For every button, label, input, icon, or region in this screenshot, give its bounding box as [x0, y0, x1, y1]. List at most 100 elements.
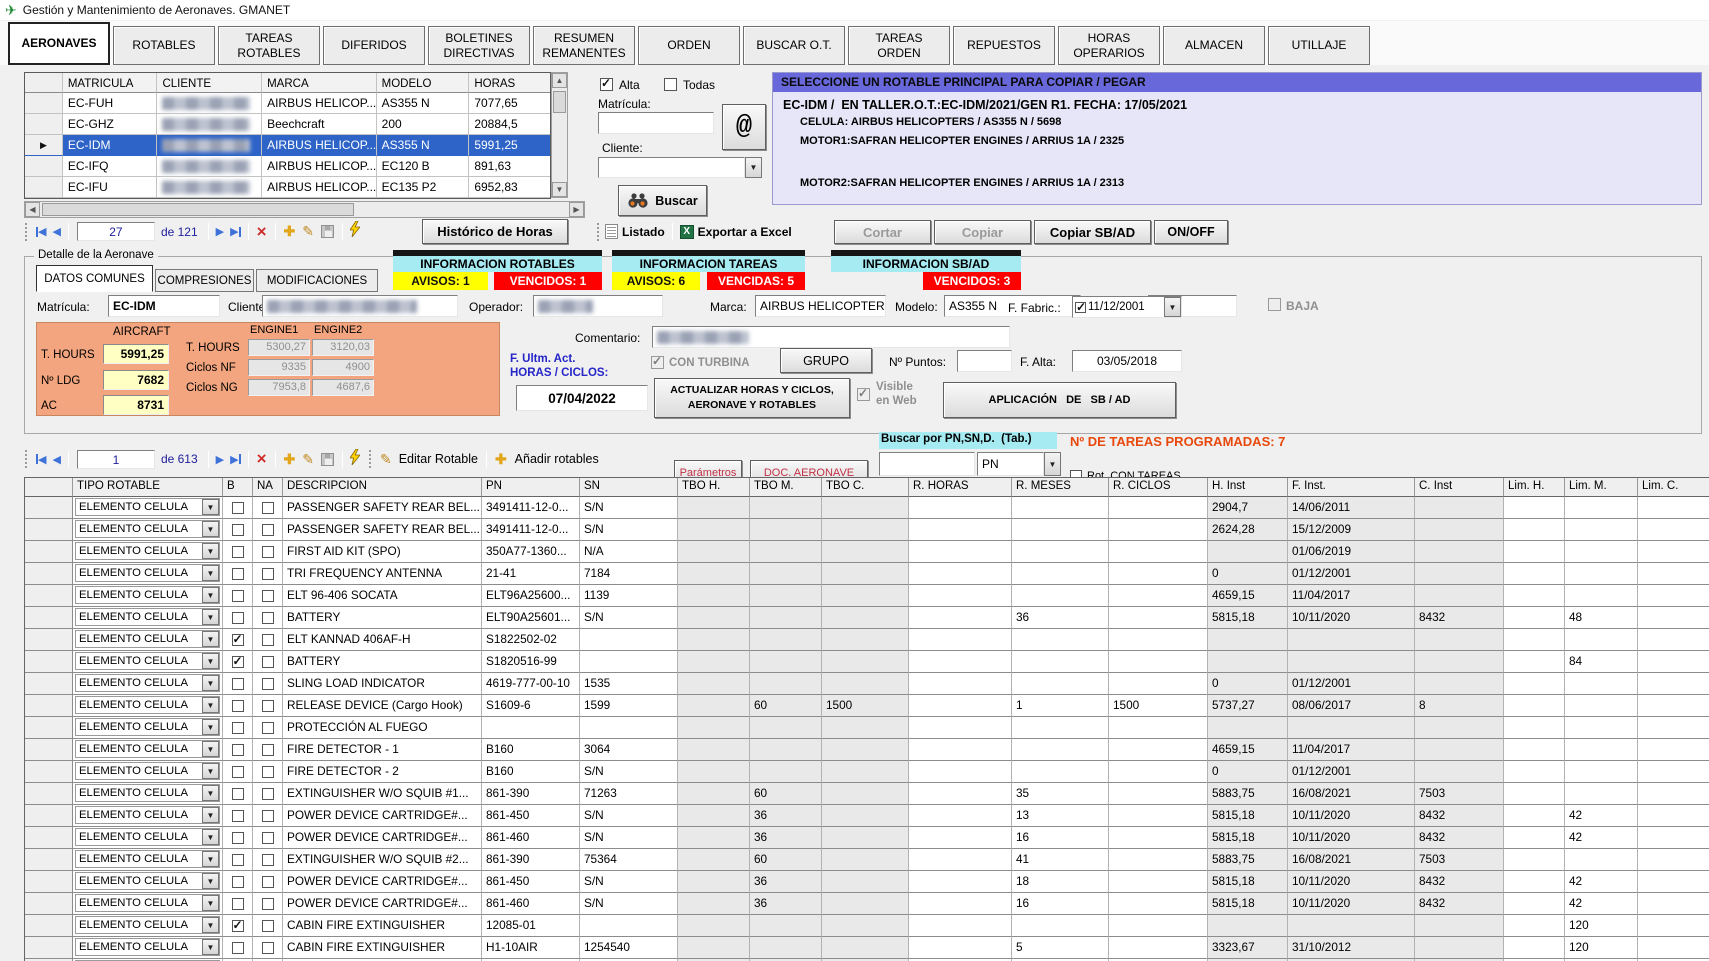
prev-record-icon[interactable]: ◀	[52, 225, 60, 238]
cell-r_ciclos[interactable]: 1500	[1109, 695, 1208, 717]
cell-r_ciclos[interactable]	[1109, 849, 1208, 871]
na-checkbox[interactable]	[262, 810, 274, 822]
cell-tbo_c[interactable]	[822, 805, 909, 827]
record-position-input[interactable]: 27	[77, 222, 155, 241]
grupo-button[interactable]: GRUPO	[780, 348, 872, 373]
row-selector[interactable]	[25, 629, 73, 651]
tipo-rotable-combo[interactable]: ELEMENTO CELULA▼	[75, 498, 220, 516]
cell-desc[interactable]: PASSENGER SAFETY REAR BEL...	[283, 519, 482, 541]
cell-f_inst[interactable]: 01/12/2001	[1288, 563, 1415, 585]
cell-r_ciclos[interactable]	[1109, 563, 1208, 585]
cell-cliente[interactable]	[157, 135, 262, 156]
cell-r_ciclos[interactable]	[1109, 783, 1208, 805]
cell-f_inst[interactable]: 01/06/2019	[1288, 541, 1415, 563]
cell-r_ciclos[interactable]	[1109, 739, 1208, 761]
cell-h_inst[interactable]: 0	[1208, 563, 1288, 585]
tipo-rotable-combo[interactable]: ELEMENTO CELULA▼	[75, 740, 220, 758]
cell-lim_m[interactable]: 42	[1565, 871, 1638, 893]
cell-tbo_m[interactable]	[750, 673, 822, 695]
cell-f_inst[interactable]: 10/11/2020	[1288, 893, 1415, 915]
row-selector[interactable]	[25, 497, 73, 519]
cell-r_meses[interactable]	[1012, 541, 1109, 563]
cell-lim_h[interactable]	[1504, 937, 1565, 959]
cell-tbo_h[interactable]	[678, 849, 750, 871]
chevron-down-icon[interactable]: ▼	[202, 521, 219, 537]
na-checkbox[interactable]	[262, 590, 274, 602]
cell-desc[interactable]: PROTECCIÓN AL FUEGO	[283, 717, 482, 739]
row-selector[interactable]	[25, 717, 73, 739]
listado-button[interactable]: Listado	[622, 225, 665, 239]
cell-tbo_c[interactable]	[822, 915, 909, 937]
cell-r_horas[interactable]	[909, 541, 1012, 563]
cell-tbo_c[interactable]	[822, 739, 909, 761]
cell-tbo_c[interactable]	[822, 541, 909, 563]
delete-record-icon[interactable]: ×	[257, 222, 267, 242]
row-selector[interactable]	[25, 805, 73, 827]
cell-f_inst[interactable]: 16/08/2021	[1288, 783, 1415, 805]
cell-lim_h[interactable]	[1504, 761, 1565, 783]
na-checkbox[interactable]	[262, 700, 274, 712]
b-checkbox[interactable]	[232, 744, 244, 756]
cell-lim_m[interactable]	[1565, 849, 1638, 871]
row-selector[interactable]	[25, 783, 73, 805]
cell-lim_m[interactable]	[1565, 717, 1638, 739]
cell-lim_c[interactable]	[1638, 563, 1709, 585]
cell-pn[interactable]: 861-450	[482, 871, 580, 893]
chevron-down-icon[interactable]: ▼	[1044, 452, 1061, 476]
cell-sn[interactable]: 75364	[580, 849, 678, 871]
b-checkbox[interactable]	[232, 876, 244, 888]
cell-c_inst[interactable]	[1415, 629, 1504, 651]
cell-r_meses[interactable]	[1012, 717, 1109, 739]
cell-tbo_m[interactable]	[750, 541, 822, 563]
tab-orden[interactable]: ORDEN	[638, 26, 740, 65]
cell-lim_m[interactable]	[1565, 563, 1638, 585]
chevron-down-icon[interactable]: ▼	[202, 697, 219, 713]
tab-diferidos[interactable]: DIFERIDOS	[323, 26, 425, 65]
row-selector[interactable]	[25, 871, 73, 893]
b-checkbox[interactable]	[232, 942, 244, 954]
cell-lim_c[interactable]	[1638, 607, 1709, 629]
cell-lim_h[interactable]	[1504, 607, 1565, 629]
tipo-rotable-combo[interactable]: ELEMENTO CELULA▼	[75, 696, 220, 714]
cell-sn[interactable]	[580, 629, 678, 651]
cell-modelo[interactable]: EC120 B	[377, 156, 470, 177]
cell-tbo_c[interactable]	[822, 607, 909, 629]
cell-c_inst[interactable]: 7503	[1415, 783, 1504, 805]
cell-c_inst[interactable]	[1415, 585, 1504, 607]
cell-r_ciclos[interactable]	[1109, 717, 1208, 739]
tab-datos-comunes[interactable]: DATOS COMUNES	[36, 265, 153, 292]
cell-tbo_m[interactable]	[750, 717, 822, 739]
con-turbina-checkbox[interactable]	[651, 356, 664, 369]
cell-lim_m[interactable]	[1565, 497, 1638, 519]
cell-tbo_c[interactable]	[822, 783, 909, 805]
cell-r_ciclos[interactable]	[1109, 629, 1208, 651]
cell-desc[interactable]: FIRST AID KIT (SPO)	[283, 541, 482, 563]
cell-sn[interactable]: 1535	[580, 673, 678, 695]
aircraft-row[interactable]: EC-GHZBeechcraft20020884,5	[25, 114, 550, 135]
cell-tbo_c[interactable]	[822, 519, 909, 541]
chevron-down-icon[interactable]: ▼	[745, 157, 762, 178]
cell-tbo_h[interactable]	[678, 563, 750, 585]
buscar-pn-input[interactable]	[879, 452, 975, 476]
b-checkbox[interactable]	[232, 832, 244, 844]
cell-lim_h[interactable]	[1504, 849, 1565, 871]
tipo-rotable-combo[interactable]: ELEMENTO CELULA▼	[75, 806, 220, 824]
cell-horas[interactable]: 7077,65	[469, 93, 550, 114]
cell-tbo_h[interactable]	[678, 541, 750, 563]
cell-lim_c[interactable]	[1638, 673, 1709, 695]
cell-c_inst[interactable]: 8432	[1415, 871, 1504, 893]
cell-c_inst[interactable]	[1415, 717, 1504, 739]
b-checkbox[interactable]	[232, 524, 244, 536]
tipo-rotable-combo[interactable]: ELEMENTO CELULA▼	[75, 894, 220, 912]
tipo-rotable-combo[interactable]: ELEMENTO CELULA▼	[75, 586, 220, 604]
chevron-down-icon[interactable]: ▼	[202, 499, 219, 515]
cell-lim_c[interactable]	[1638, 717, 1709, 739]
tipo-rotable-combo[interactable]: ELEMENTO CELULA▼	[75, 828, 220, 846]
b-checkbox[interactable]	[232, 612, 244, 624]
rotable-position-input[interactable]: 1	[77, 450, 155, 469]
onoff-button[interactable]: ON/OFF	[1154, 220, 1228, 244]
cell-r_meses[interactable]: 16	[1012, 827, 1109, 849]
cell-r_meses[interactable]	[1012, 519, 1109, 541]
tipo-rotable-combo[interactable]: ELEMENTO CELULA▼	[75, 762, 220, 780]
cell-lim_m[interactable]: 42	[1565, 893, 1638, 915]
